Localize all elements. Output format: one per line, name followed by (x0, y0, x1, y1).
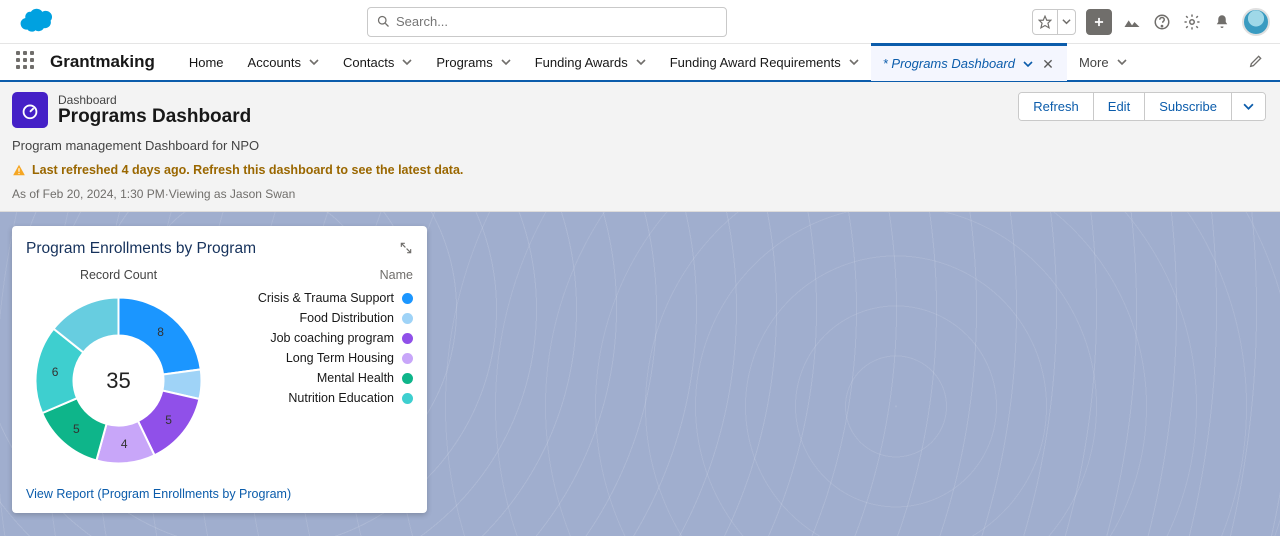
more-actions-dropdown[interactable] (1231, 93, 1265, 120)
nav-tab-funding-award-requirements[interactable]: Funding Award Requirements (658, 43, 871, 81)
legend-label: Food Distribution (300, 311, 395, 325)
nav-tab-label: Accounts (248, 55, 301, 70)
slice-value-label: 5 (165, 413, 172, 427)
legend-header: Name (229, 268, 413, 282)
nav-tab-contacts[interactable]: Contacts (331, 43, 424, 81)
legend-item[interactable]: Food Distribution (229, 308, 413, 328)
legend-swatch (402, 353, 413, 364)
legend-swatch (402, 373, 413, 384)
legend-label: Mental Health (317, 371, 394, 385)
help-icon[interactable] (1152, 12, 1172, 32)
nav-tab-label: Programs (436, 55, 492, 70)
edit-nav-pencil-icon[interactable] (1242, 53, 1270, 72)
nav-tab-label: Home (189, 55, 224, 70)
dashboard-header: Dashboard Programs Dashboard Program man… (0, 82, 1280, 212)
warning-icon (12, 163, 26, 177)
dashboard-canvas: Program Enrollments by Program Record Co… (0, 212, 1280, 536)
donut-chart: Record Count 35 8 5 4 5 6 (26, 268, 211, 473)
slice-value-label: 4 (121, 437, 128, 451)
asof-text: As of Feb 20, 2024, 1:30 PM·Viewing as J… (12, 187, 463, 201)
global-add-button[interactable] (1086, 9, 1112, 35)
record-count-label: Record Count (80, 268, 157, 282)
trailhead-icon[interactable] (1122, 12, 1142, 32)
slice-value-label: 8 (157, 325, 164, 339)
chevron-down-icon[interactable] (309, 57, 319, 67)
card-title: Program Enrollments by Program (26, 240, 256, 258)
edit-button[interactable]: Edit (1093, 93, 1144, 120)
legend-item[interactable]: Nutrition Education (229, 388, 413, 408)
refresh-button[interactable]: Refresh (1019, 93, 1093, 120)
nav-tab-label: Contacts (343, 55, 394, 70)
chevron-down-icon[interactable] (501, 57, 511, 67)
app-launcher-icon[interactable] (16, 51, 38, 73)
nav-more[interactable]: More (1067, 43, 1139, 81)
nav-tab-label: Funding Award Requirements (670, 55, 841, 70)
nav-tab-programs[interactable]: Programs (424, 43, 522, 81)
legend-item[interactable]: Long Term Housing (229, 348, 413, 368)
header-actions: Refresh Edit Subscribe (1018, 92, 1266, 201)
legend-swatch (402, 393, 413, 404)
legend-item[interactable]: Mental Health (229, 368, 413, 388)
donut-total: 35 (106, 368, 130, 394)
global-header (0, 0, 1280, 44)
tab-programs-dashboard[interactable]: * Programs Dashboard ✕ (871, 43, 1067, 81)
chart-legend: Name Crisis & Trauma Support Food Distrib… (229, 268, 413, 473)
more-label: More (1079, 55, 1109, 70)
slice-value-label: 6 (52, 365, 59, 379)
salesforce-logo (10, 5, 62, 38)
global-search (367, 7, 727, 37)
user-avatar[interactable] (1242, 8, 1270, 36)
legend-swatch (402, 293, 413, 304)
chart-card: Program Enrollments by Program Record Co… (12, 226, 427, 513)
close-tab-icon[interactable]: ✕ (1041, 57, 1055, 71)
object-label: Dashboard (58, 93, 251, 107)
notifications-bell-icon[interactable] (1212, 12, 1232, 32)
warning-text: Last refreshed 4 days ago. Refresh this … (32, 163, 463, 177)
chevron-down-icon[interactable] (849, 57, 859, 67)
favorites-button[interactable] (1032, 9, 1076, 35)
legend-label: Nutrition Education (288, 391, 394, 405)
nav-tab-label: Funding Awards (535, 55, 628, 70)
refresh-warning: Last refreshed 4 days ago. Refresh this … (12, 163, 463, 177)
expand-icon[interactable] (399, 241, 413, 258)
header-utility-icons (1032, 8, 1270, 36)
slice-value-label: 5 (73, 422, 80, 436)
legend-label: Job coaching program (270, 331, 394, 345)
search-input[interactable] (367, 7, 727, 37)
chevron-down-icon[interactable] (402, 57, 412, 67)
app-name: Grantmaking (50, 52, 155, 72)
nav-tab-home[interactable]: Home (177, 43, 236, 81)
nav-tab-funding-awards[interactable]: Funding Awards (523, 43, 658, 81)
page-title: Programs Dashboard (58, 107, 251, 128)
chevron-down-icon (1117, 57, 1127, 67)
dashboard-subtitle: Program management Dashboard for NPO (12, 138, 463, 153)
chevron-down-icon[interactable] (636, 57, 646, 67)
view-report-link[interactable]: View Report (Program Enrollments by Prog… (26, 487, 413, 501)
dashboard-object-icon (12, 92, 48, 128)
subscribe-button[interactable]: Subscribe (1144, 93, 1231, 120)
tab-label: * Programs Dashboard (883, 56, 1015, 71)
setup-gear-icon[interactable] (1182, 12, 1202, 32)
legend-label: Long Term Housing (286, 351, 394, 365)
nav-tab-accounts[interactable]: Accounts (236, 43, 331, 81)
legend-swatch (402, 333, 413, 344)
legend-item[interactable]: Job coaching program (229, 328, 413, 348)
chevron-down-icon[interactable] (1023, 59, 1033, 69)
legend-swatch (402, 313, 413, 324)
search-icon (376, 14, 391, 29)
legend-item[interactable]: Crisis & Trauma Support (229, 288, 413, 308)
legend-label: Crisis & Trauma Support (258, 291, 394, 305)
app-nav-bar: Grantmaking Home Accounts Contacts Programs… (0, 44, 1280, 82)
